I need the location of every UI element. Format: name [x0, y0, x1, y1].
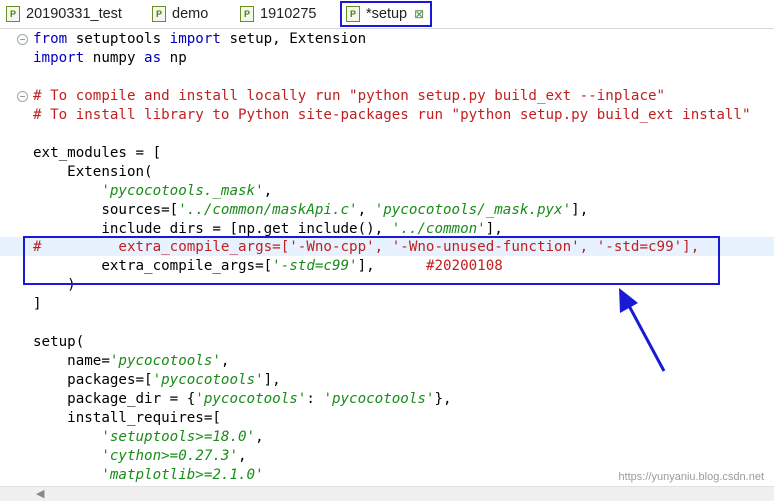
watermark: https://yunyaniu.blog.csdn.net: [618, 471, 764, 483]
scroll-left-icon[interactable]: ◀: [36, 487, 44, 501]
arrow-head: [619, 288, 638, 313]
annotation-arrow: [619, 288, 666, 372]
horizontal-scrollbar[interactable]: ◀: [0, 486, 774, 501]
arrow-shaft: [625, 301, 666, 372]
